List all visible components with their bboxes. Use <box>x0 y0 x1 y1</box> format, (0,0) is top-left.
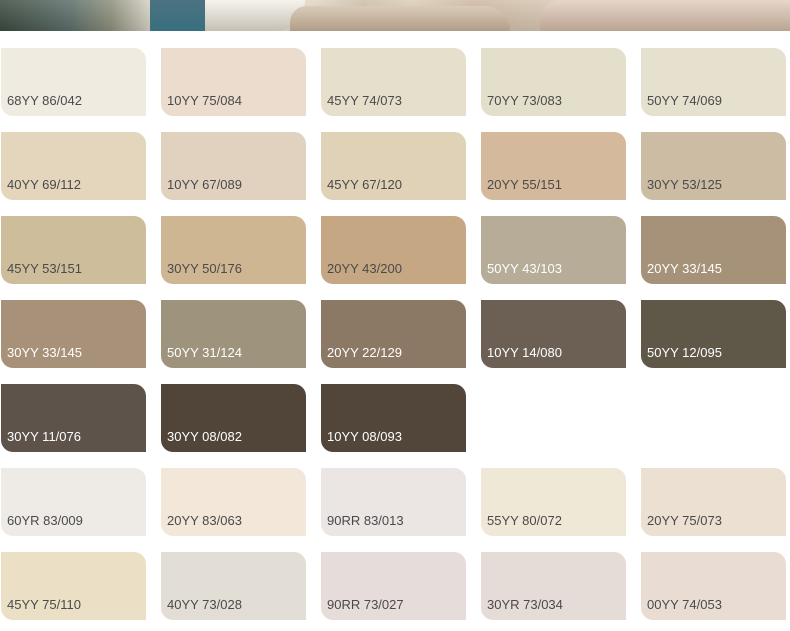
color-swatch[interactable]: 30YY 11/076 <box>1 384 146 452</box>
swatch-code-label: 45YY 67/120 <box>327 177 402 192</box>
swatch-code-label: 70YY 73/083 <box>487 93 562 108</box>
swatch-code-label: 50YY 43/103 <box>487 261 562 276</box>
color-swatch[interactable]: 30YY 33/145 <box>1 300 146 368</box>
swatch-code-label: 40YY 69/112 <box>7 177 81 192</box>
color-swatch[interactable]: 50YY 31/124 <box>161 300 306 368</box>
swatch-code-label: 68YY 86/042 <box>7 93 82 108</box>
color-swatch[interactable]: 30YY 50/176 <box>161 216 306 284</box>
swatch-code-label: 20YY 75/073 <box>647 513 722 528</box>
color-swatch[interactable]: 10YY 08/093 <box>321 384 466 452</box>
color-swatch[interactable]: 20YY 83/063 <box>161 468 306 536</box>
color-swatch[interactable]: 10YY 67/089 <box>161 132 306 200</box>
color-swatch-grid: 68YY 86/042 10YY 75/084 45YY 74/073 70YY 73… <box>0 0 790 631</box>
swatch-code-label: 20YY 33/145 <box>647 261 722 276</box>
color-swatch[interactable]: 40YY 73/028 <box>161 552 306 620</box>
color-swatch[interactable]: 20YY 55/151 <box>481 132 626 200</box>
swatch-code-label: 00YY 74/053 <box>647 597 722 612</box>
color-swatch[interactable]: 10YY 75/084 <box>161 48 306 116</box>
swatch-code-label: 30YY 53/125 <box>647 177 722 192</box>
color-swatch[interactable]: 00YY 74/053 <box>641 552 786 620</box>
color-swatch[interactable]: 70YY 73/083 <box>481 48 626 116</box>
swatch-code-label: 60YR 83/009 <box>7 513 83 528</box>
color-swatch[interactable]: 40YY 69/112 <box>1 132 146 200</box>
swatch-code-label: 20YY 55/151 <box>487 177 562 192</box>
swatch-code-label: 30YR 73/034 <box>487 597 563 612</box>
color-swatch[interactable]: 45YY 75/110 <box>1 552 146 620</box>
swatch-code-label: 10YY 75/084 <box>167 93 242 108</box>
color-swatch[interactable]: 50YY 12/095 <box>641 300 786 368</box>
swatch-code-label: 45YY 75/110 <box>7 597 81 612</box>
color-swatch[interactable]: 55YY 80/072 <box>481 468 626 536</box>
swatch-code-label: 40YY 73/028 <box>167 597 242 612</box>
color-swatch[interactable]: 50YY 74/069 <box>641 48 786 116</box>
swatch-code-label: 30YY 50/176 <box>167 261 242 276</box>
color-swatch[interactable]: 20YY 22/129 <box>321 300 466 368</box>
swatch-code-label: 50YY 31/124 <box>167 345 242 360</box>
color-swatch[interactable]: 45YY 74/073 <box>321 48 466 116</box>
swatch-code-label: 50YY 74/069 <box>647 93 722 108</box>
swatch-code-label: 10YY 67/089 <box>167 177 242 192</box>
swatch-code-label: 50YY 12/095 <box>647 345 722 360</box>
color-swatch[interactable]: 30YR 73/034 <box>481 552 626 620</box>
color-swatch[interactable]: 45YY 53/151 <box>1 216 146 284</box>
color-swatch[interactable]: 60YR 83/009 <box>1 468 146 536</box>
swatch-code-label: 20YY 22/129 <box>327 345 402 360</box>
color-swatch[interactable]: 45YY 67/120 <box>321 132 466 200</box>
swatch-code-label: 90RR 73/027 <box>327 597 404 612</box>
color-swatch[interactable]: 90RR 83/013 <box>321 468 466 536</box>
swatch-code-label: 20YY 43/200 <box>327 261 402 276</box>
color-swatch[interactable]: 20YY 43/200 <box>321 216 466 284</box>
color-swatch[interactable]: 50YY 43/103 <box>481 216 626 284</box>
color-swatch[interactable]: 20YY 75/073 <box>641 468 786 536</box>
swatch-code-label: 45YY 74/073 <box>327 93 402 108</box>
swatch-code-label: 30YY 08/082 <box>167 429 242 444</box>
swatch-code-label: 55YY 80/072 <box>487 513 562 528</box>
swatch-code-label: 10YY 14/080 <box>487 345 562 360</box>
swatch-code-label: 20YY 83/063 <box>167 513 242 528</box>
swatch-code-label: 10YY 08/093 <box>327 429 402 444</box>
color-swatch[interactable]: 68YY 86/042 <box>1 48 146 116</box>
color-swatch[interactable]: 90RR 73/027 <box>321 552 466 620</box>
color-swatch[interactable]: 20YY 33/145 <box>641 216 786 284</box>
color-swatch[interactable]: 30YY 53/125 <box>641 132 786 200</box>
swatch-code-label: 30YY 33/145 <box>7 345 82 360</box>
swatch-code-label: 90RR 83/013 <box>327 513 404 528</box>
color-swatch[interactable]: 10YY 14/080 <box>481 300 626 368</box>
color-swatch[interactable]: 30YY 08/082 <box>161 384 306 452</box>
swatch-code-label: 30YY 11/076 <box>7 429 81 444</box>
swatch-code-label: 45YY 53/151 <box>7 261 82 276</box>
